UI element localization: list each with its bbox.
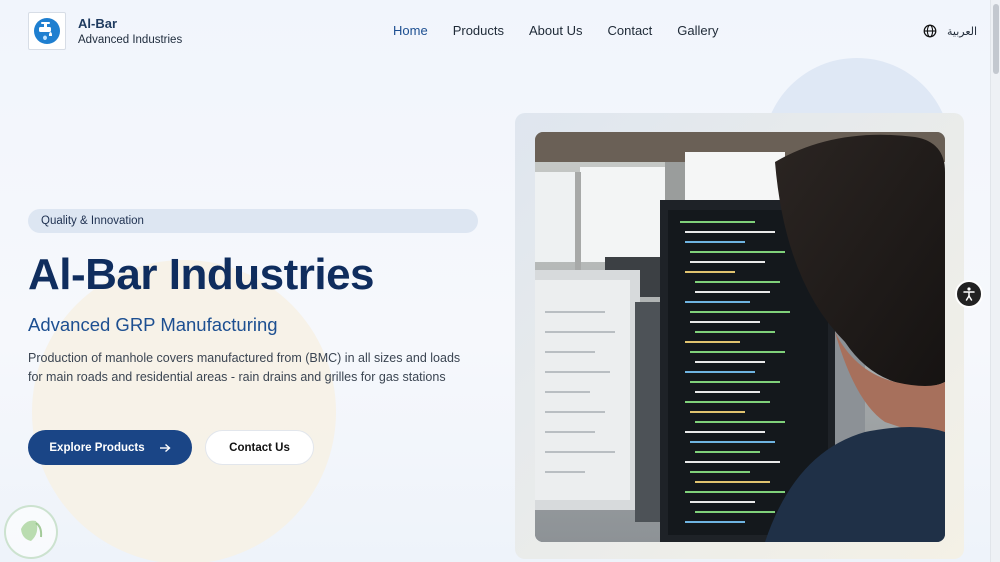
developer-at-monitor-photo — [535, 132, 945, 542]
explore-products-label: Explore Products — [49, 441, 145, 454]
language-label: العربية — [947, 25, 978, 38]
scrollbar-thumb[interactable] — [993, 4, 999, 74]
language-switcher[interactable]: العربية — [923, 24, 977, 38]
contact-us-button[interactable]: Contact Us — [205, 430, 314, 465]
watermark-seal — [4, 505, 58, 559]
main-nav: Home Products About Us Contact Gallery — [393, 23, 743, 38]
hero-image — [535, 132, 945, 542]
nav-home[interactable]: Home — [393, 23, 428, 38]
hero-description: Production of manhole covers manufacture… — [28, 351, 461, 384]
hero-subtitle: Advanced GRP Manufacturing — [28, 314, 278, 335]
site-header: Al-Bar Advanced Industries Home Products… — [0, 0, 990, 62]
nav-products[interactable]: Products — [453, 23, 504, 38]
nav-gallery[interactable]: Gallery — [677, 23, 718, 38]
brand-name: Al-Bar — [78, 16, 118, 31]
logo[interactable] — [28, 12, 66, 50]
leaf-seal-icon — [21, 520, 43, 541]
accessibility-button[interactable] — [955, 280, 983, 308]
arrow-right-icon — [159, 443, 171, 452]
globe-icon — [923, 24, 937, 38]
faucet-drop-icon — [34, 18, 60, 44]
explore-products-button[interactable]: Explore Products — [28, 430, 192, 465]
nav-about-us[interactable]: About Us — [529, 23, 582, 38]
hero-badge: Quality & Innovation — [28, 209, 478, 233]
nav-contact[interactable]: Contact — [607, 23, 652, 38]
accessibility-icon — [963, 287, 975, 301]
decorative-circle-left — [32, 260, 336, 562]
brand-subtitle: Advanced Industries — [78, 34, 183, 46]
contact-us-label: Contact Us — [229, 441, 290, 454]
hero-title: Al-Bar Industries — [28, 250, 375, 299]
page-scrollbar[interactable] — [990, 0, 1000, 562]
